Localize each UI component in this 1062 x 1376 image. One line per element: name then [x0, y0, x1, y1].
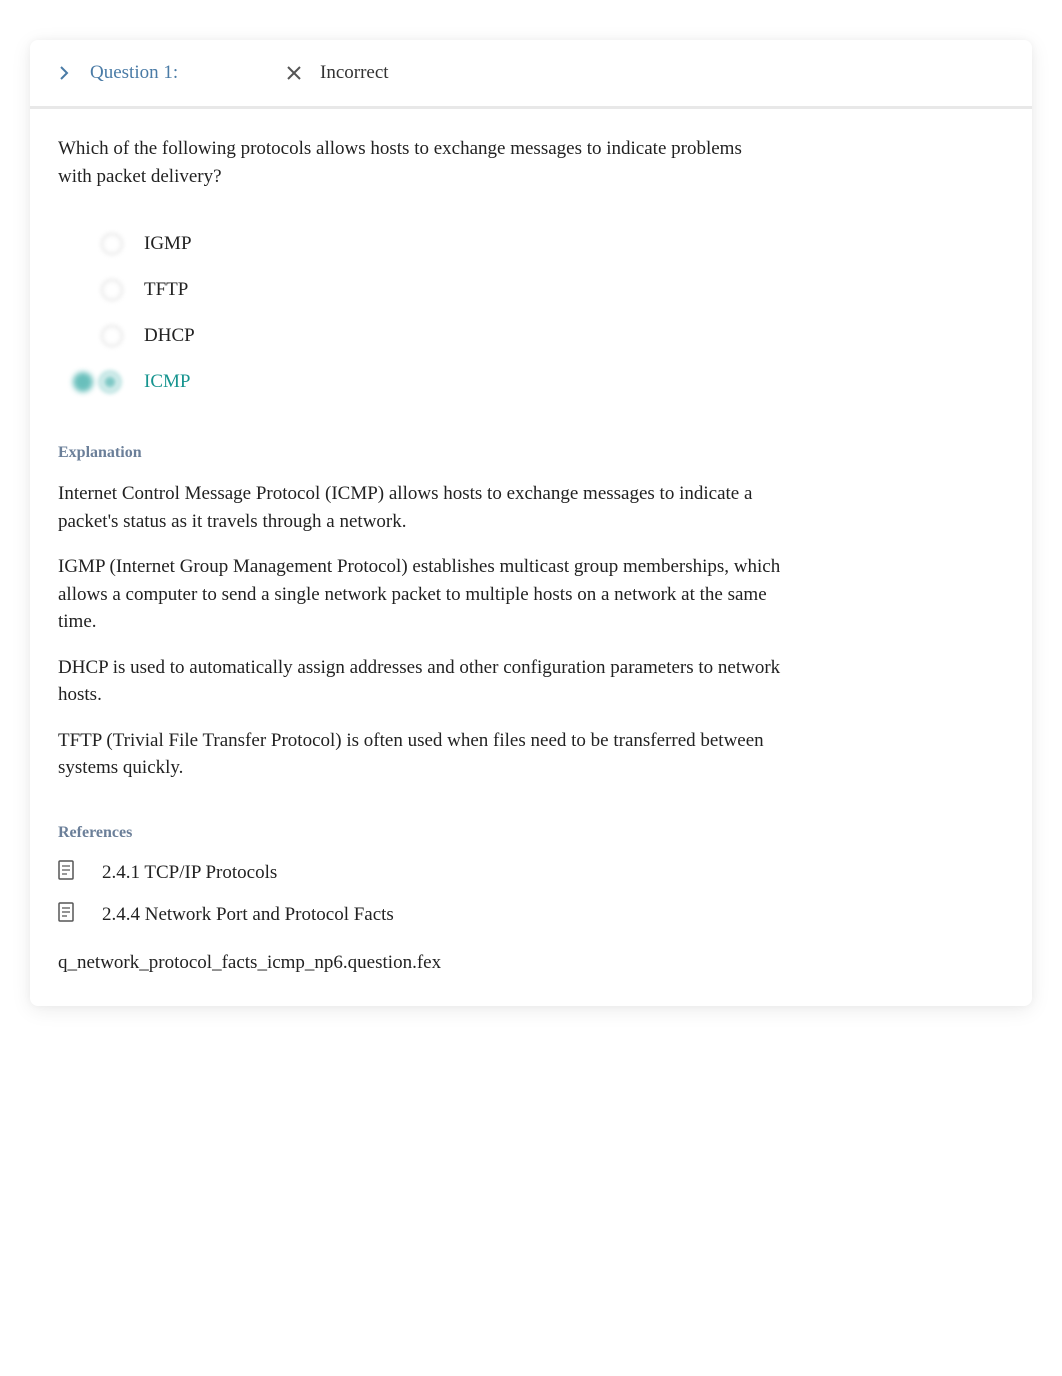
option-label: ICMP — [144, 371, 190, 393]
explanation-paragraph: IGMP (Internet Group Management Protocol… — [58, 553, 798, 636]
explanation-paragraph: TFTP (Trivial File Transfer Protocol) is… — [58, 727, 798, 782]
document-icon — [58, 902, 74, 928]
question-number-label: Question 1: — [90, 62, 260, 84]
explanation-paragraph: Internet Control Message Protocol (ICMP)… — [58, 480, 798, 535]
question-text: Which of the following protocols allows … — [58, 135, 778, 190]
option-label: TFTP — [144, 279, 188, 301]
explanation-section: Explanation Internet Control Message Pro… — [58, 444, 1004, 782]
question-card: Question 1: Incorrect Which of the follo… — [30, 40, 1032, 1006]
correct-check-icon — [73, 372, 93, 392]
references-section: References 2.4.1 TCP/IP Protocols 2.4.4 … — [58, 824, 1004, 928]
status-label: Incorrect — [320, 62, 389, 84]
reference-label: 2.4.1 TCP/IP Protocols — [102, 862, 277, 884]
reference-link[interactable]: 2.4.1 TCP/IP Protocols — [58, 860, 1004, 886]
radio-icon — [101, 325, 123, 347]
chevron-right-icon[interactable] — [58, 66, 72, 80]
answer-options: IGMP TFTP DHCP ICMP — [100, 232, 1004, 394]
radio-icon — [101, 233, 123, 255]
document-icon — [58, 860, 74, 886]
reference-link[interactable]: 2.4.4 Network Port and Protocol Facts — [58, 902, 1004, 928]
incorrect-icon — [286, 66, 302, 80]
answer-option[interactable]: TFTP — [100, 278, 1004, 302]
answer-option[interactable]: IGMP — [100, 232, 1004, 256]
option-label: IGMP — [144, 233, 192, 255]
reference-label: 2.4.4 Network Port and Protocol Facts — [102, 904, 394, 926]
radio-selected-icon — [99, 371, 121, 393]
explanation-paragraph: DHCP is used to automatically assign add… — [58, 654, 798, 709]
answer-option[interactable]: DHCP — [100, 324, 1004, 348]
references-heading: References — [58, 824, 1004, 842]
explanation-heading: Explanation — [58, 444, 1004, 462]
option-label: DHCP — [144, 325, 195, 347]
question-file-path: q_network_protocol_facts_icmp_np6.questi… — [58, 952, 1004, 974]
answer-option-correct[interactable]: ICMP — [100, 370, 1004, 394]
card-body: Which of the following protocols allows … — [30, 109, 1032, 1006]
radio-icon — [101, 279, 123, 301]
card-header: Question 1: Incorrect — [30, 40, 1032, 109]
